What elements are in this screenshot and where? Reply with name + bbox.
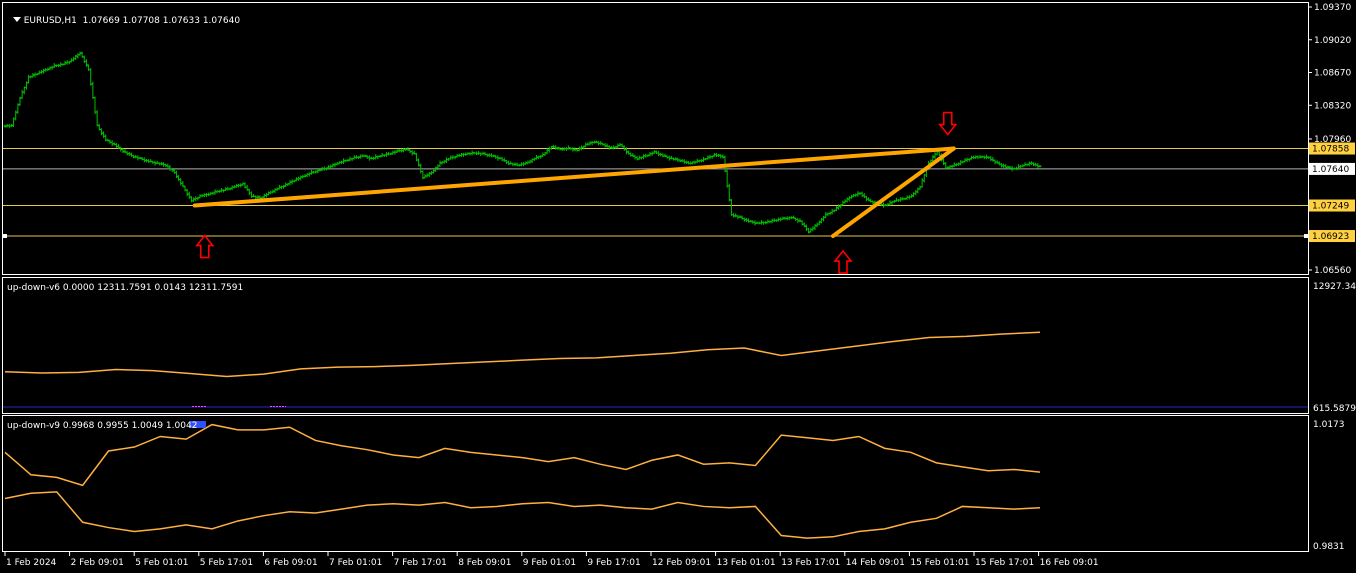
time-tick-label: 14 Feb 09:01 bbox=[846, 558, 905, 568]
trendlines[interactable] bbox=[192, 146, 956, 239]
time-tick-label: 8 Feb 09:01 bbox=[458, 558, 511, 568]
indicator2-upper-line bbox=[4, 423, 1041, 487]
arrow-up-icon bbox=[833, 249, 853, 274]
arrow-down-icon bbox=[938, 111, 958, 136]
time-tick-label: 9 Feb 01:01 bbox=[523, 558, 576, 568]
time-tick-label: 1 Feb 2024 bbox=[6, 558, 57, 568]
triangle-down-icon[interactable] bbox=[12, 17, 21, 22]
price-label-text: 1.07249 bbox=[1312, 202, 1349, 212]
time-tick-label: 15 Feb 17:01 bbox=[975, 558, 1034, 568]
indicator1-axis-top: 12927.347 bbox=[1313, 282, 1356, 292]
price-tick-label: 1.06560 bbox=[1314, 266, 1351, 276]
time-tick-label: 5 Feb 01:01 bbox=[135, 558, 188, 568]
price-label-text: 1.07858 bbox=[1312, 145, 1349, 155]
main-panel-frame bbox=[2, 2, 1309, 275]
indicator2-lower-line bbox=[4, 491, 1041, 539]
indicator1-lines bbox=[3, 331, 1308, 408]
time-tick-label: 2 Feb 09:01 bbox=[71, 558, 124, 568]
horizontal-lines bbox=[3, 148, 1308, 237]
indicator2-axis-bottom: 0.9831 bbox=[1313, 542, 1345, 552]
trendline bbox=[831, 146, 956, 239]
line-anchor bbox=[3, 234, 7, 239]
price-tick-label: 1.08670 bbox=[1314, 69, 1351, 79]
trendline bbox=[192, 146, 956, 208]
indicator1-title: up-down-v6 0.0000 12311.7591 0.0143 1231… bbox=[7, 283, 244, 293]
main-panel-title[interactable]: EURUSD,H1 1.07669 1.07708 1.07633 1.0764… bbox=[7, 5, 240, 27]
ohlc-values: 1.07669 1.07708 1.07633 1.07640 bbox=[82, 16, 241, 26]
indicator2-axis-top: 1.0173 bbox=[1313, 420, 1345, 430]
symbol-label: EURUSD,H1 bbox=[23, 16, 77, 26]
price-tick-label: 1.08320 bbox=[1314, 101, 1351, 111]
time-tick-label: 6 Feb 09:01 bbox=[264, 558, 317, 568]
arrow-up-icon bbox=[195, 234, 215, 259]
price-labels: 1.07858 1.07640 1.07249 1.06923 bbox=[3, 142, 1355, 243]
price-tick-label: 1.09020 bbox=[1314, 36, 1351, 46]
indicator2-panel-frame bbox=[2, 415, 1309, 552]
price-label-text: 1.06923 bbox=[1312, 232, 1349, 242]
indicator1-panel-frame bbox=[2, 277, 1309, 414]
time-tick-label: 13 Feb 01:01 bbox=[717, 558, 776, 568]
price-tick-label: 1.09370 bbox=[1314, 3, 1351, 13]
indicator1-axis-bottom: 615.5879 bbox=[1313, 404, 1356, 414]
signal-arrows bbox=[195, 111, 958, 274]
time-tick-label: 15 Feb 01:01 bbox=[910, 558, 969, 568]
price-candles bbox=[3, 51, 1042, 234]
time-tick-label: 7 Feb 17:01 bbox=[394, 558, 447, 568]
indicator2-lines bbox=[4, 421, 1041, 539]
time-tick-label: 7 Feb 01:01 bbox=[329, 558, 382, 568]
line-anchor bbox=[1304, 234, 1308, 239]
price-label-text: 1.07640 bbox=[1312, 165, 1349, 175]
indicator2-title: up-down-v9 0.9968 0.9955 1.0049 1.0042 bbox=[7, 421, 198, 431]
time-axis: 1 Feb 2024 2 Feb 09:01 5 Feb 01:01 5 Feb 17… bbox=[4, 552, 1099, 568]
indicator1-line bbox=[4, 331, 1041, 378]
time-tick-label: 13 Feb 17:01 bbox=[781, 558, 840, 568]
time-tick-label: 5 Feb 17:01 bbox=[200, 558, 253, 568]
time-tick-label: 12 Feb 09:01 bbox=[652, 558, 711, 568]
time-tick-label: 9 Feb 17:01 bbox=[587, 558, 640, 568]
time-tick-label: 16 Feb 09:01 bbox=[1040, 558, 1099, 568]
